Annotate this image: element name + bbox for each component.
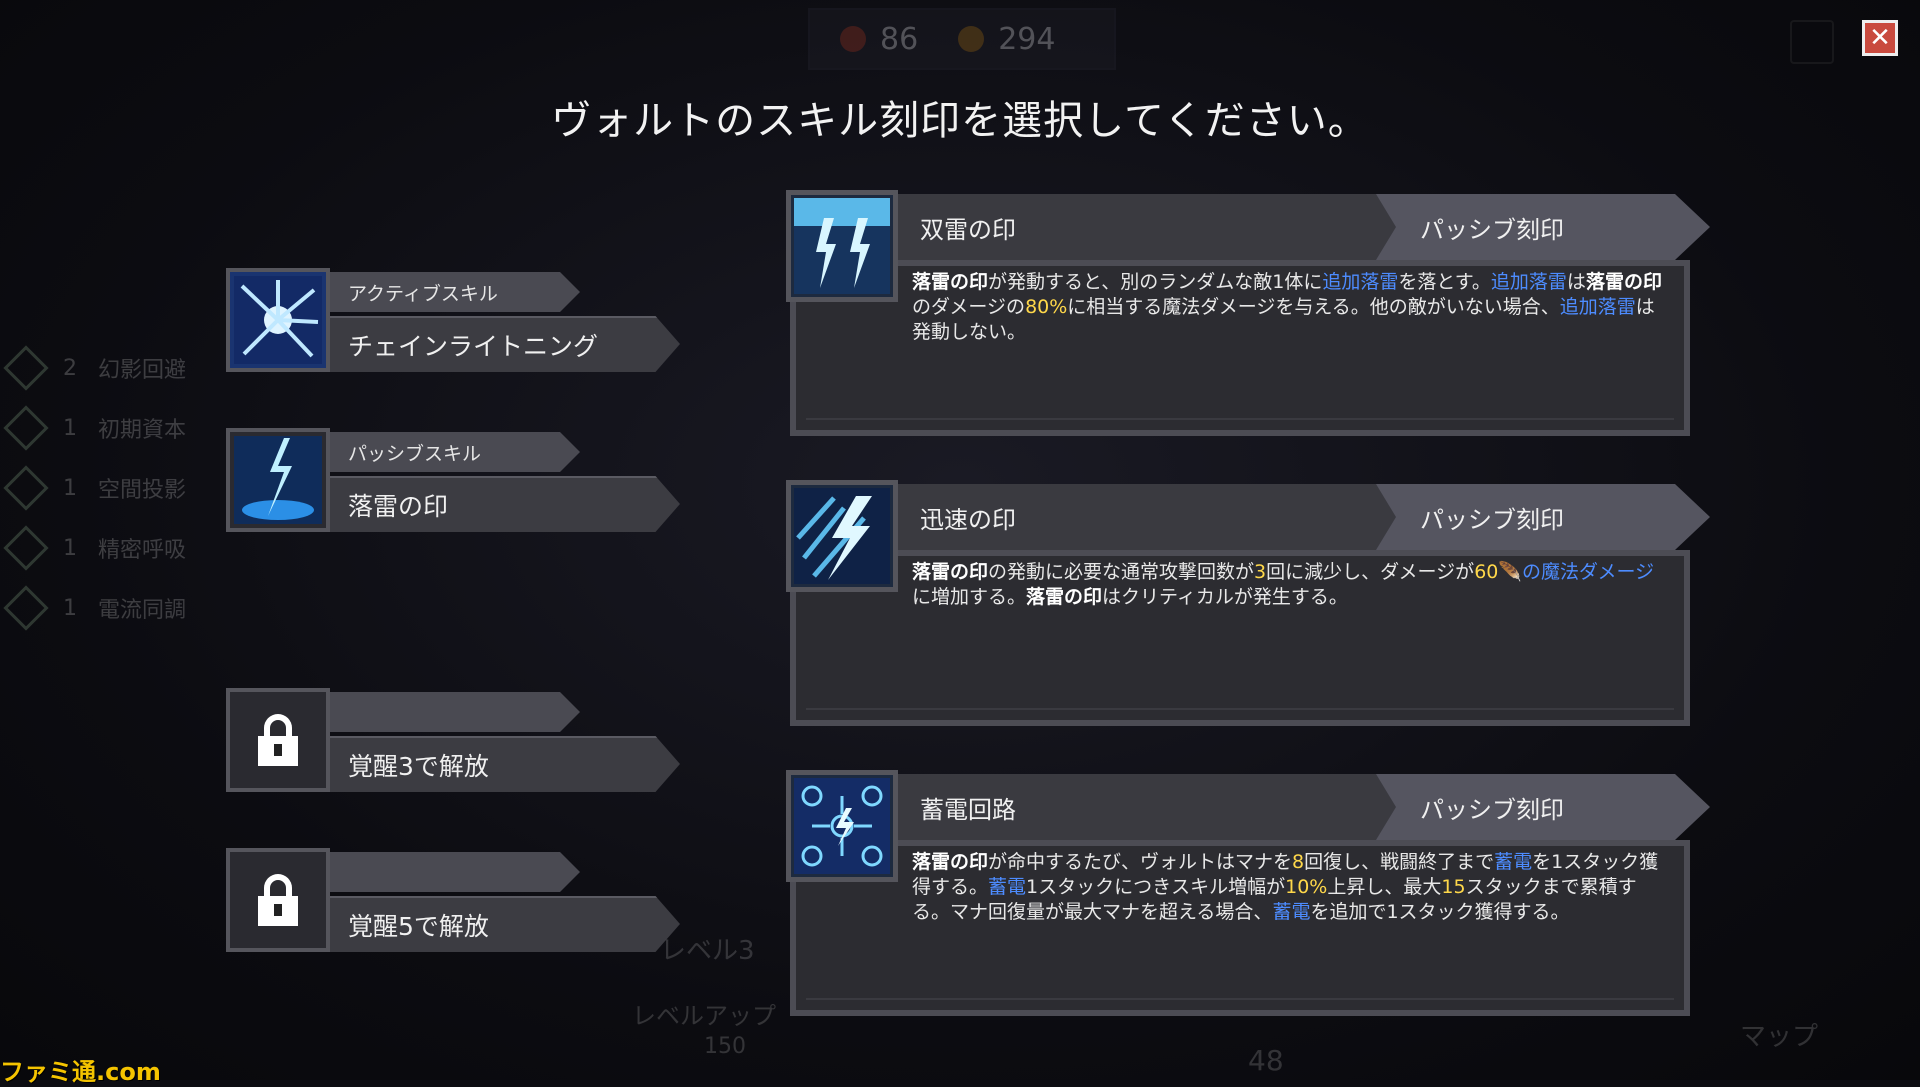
description-segment: 15	[1441, 876, 1466, 898]
diamond-icon	[3, 525, 49, 571]
lock-icon	[226, 688, 330, 792]
description-segment: を追加で1スタック獲得する。	[1310, 901, 1570, 923]
coin-count: 294	[998, 21, 1056, 57]
description-segment: 🪶	[1498, 561, 1523, 583]
description-segment: 3	[1254, 561, 1267, 583]
skill-type-tag: パッシブスキル	[330, 432, 580, 472]
map-button-label: マップ	[1740, 1022, 1819, 1052]
skill-type-tag	[330, 692, 580, 732]
description-segment: 60	[1474, 561, 1499, 583]
unlock-condition: 覚醒3で解放	[330, 736, 680, 792]
diamond-icon	[3, 345, 49, 391]
skill-name: チェインライトニング	[330, 316, 680, 372]
watermark-logo: ファミ通.com	[0, 1058, 161, 1086]
card-title: 迅速の印	[896, 484, 1396, 550]
levelup-button-label: レベルアップ	[632, 1002, 776, 1030]
skill-slot-locked-3: 覚醒3で解放	[226, 688, 686, 798]
coin-resource: 294	[958, 22, 1055, 57]
unlock-condition: 覚醒5で解放	[330, 896, 680, 952]
diamond-icon	[3, 405, 49, 451]
description-segment: を落とす。	[1398, 271, 1491, 293]
description-segment: 落雷の印	[912, 561, 989, 583]
description-segment: 8	[1292, 851, 1305, 873]
card-title: 双雷の印	[896, 194, 1396, 260]
close-icon: ✕	[1869, 23, 1891, 53]
trait-row: 1 電流同調	[3, 578, 186, 638]
lightning-strike-icon	[226, 428, 330, 532]
skill-type-tag	[330, 852, 580, 892]
description-segment: 80%	[1025, 296, 1068, 318]
bottom-count: 48	[1248, 1044, 1284, 1077]
flame-icon	[840, 26, 866, 52]
trait-row: 2 幻影回避	[3, 338, 186, 398]
description-segment: は	[1566, 271, 1586, 293]
description-segment: 落雷の印	[912, 851, 989, 873]
trait-row: 1 空間投影	[3, 458, 186, 518]
twin-lightning-icon	[786, 190, 898, 302]
description-segment: 追加落雷	[1490, 271, 1567, 293]
card-description: 落雷の印の発動に必要な通常攻撃回数が3回に減少し、ダメージが60🪶の魔法ダメージ…	[912, 560, 1672, 610]
coin-icon	[958, 26, 985, 52]
description-segment: が発動すると、別のランダムな敵1体に	[988, 271, 1323, 293]
description-segment: の魔法ダメージ	[1522, 561, 1655, 583]
description-segment: に相当する魔法ダメージを与える。他の敵がいない場合、	[1067, 296, 1560, 318]
skill-type-tag: アクティブスキル	[330, 272, 580, 312]
description-segment: はクリティカルが発生する。	[1102, 586, 1348, 608]
description-segment: 蓄電	[988, 876, 1027, 898]
card-description: 落雷の印が命中するたび、ヴォルトはマナを8回復し、戦闘終了まで蓄電を1スタック獲…	[912, 850, 1672, 925]
card-type-label: パッシブ刻印	[1360, 484, 1710, 550]
description-segment: 蓄電	[1272, 901, 1311, 923]
engraving-card-swift[interactable]: 迅速の印 パッシブ刻印 落雷の印の発動に必要な通常攻撃回数が3回に減少し、ダメー…	[786, 480, 1710, 726]
description-segment: 1スタックにつきスキル増幅が	[1026, 876, 1286, 898]
description-segment: のダメージの	[912, 296, 1026, 318]
diamond-icon	[3, 465, 49, 511]
engraving-card-twin-lightning[interactable]: 双雷の印 パッシブ刻印 落雷の印が発動すると、別のランダムな敵1体に追加落雷を落…	[786, 190, 1710, 436]
trait-row: 1 精密呼吸	[3, 518, 186, 578]
trait-row: 1 初期資本	[3, 398, 186, 458]
diamond-icon	[3, 585, 49, 631]
card-type-label: パッシブ刻印	[1360, 194, 1710, 260]
flame-resource: 86	[840, 22, 918, 57]
page-title: ヴォルトのスキル刻印を選択してください。	[551, 98, 1369, 144]
chain-lightning-icon	[226, 268, 330, 372]
description-segment: 落雷の印	[1585, 271, 1662, 293]
description-segment: に増加する。	[912, 586, 1027, 608]
lock-icon	[226, 848, 330, 952]
close-button[interactable]: ✕	[1862, 20, 1898, 56]
description-segment: 上昇し、最大	[1327, 876, 1442, 898]
card-type-label: パッシブ刻印	[1360, 774, 1710, 840]
swift-lightning-icon	[786, 480, 898, 592]
card-title: 蓄電回路	[896, 774, 1396, 840]
description-segment: 落雷の印	[912, 271, 989, 293]
level-label: レベル3	[660, 936, 755, 966]
skill-name: 落雷の印	[330, 476, 680, 532]
description-segment: 回復し、戦闘終了まで	[1304, 851, 1495, 873]
description-segment: 落雷の印	[1026, 586, 1103, 608]
description-segment: が命中するたび、ヴォルトはマナを	[988, 851, 1293, 873]
skill-slot-locked-5: 覚醒5で解放	[226, 848, 686, 958]
description-segment: 回に減少し、ダメージが	[1266, 561, 1475, 583]
charge-circuit-icon	[786, 770, 898, 882]
skill-slot-active[interactable]: アクティブスキル チェインライトニング	[226, 268, 686, 378]
description-segment: 蓄電	[1494, 851, 1533, 873]
skill-slot-passive[interactable]: パッシブスキル 落雷の印	[226, 428, 686, 538]
description-segment: 追加落雷	[1559, 296, 1636, 318]
description-segment: の発動に必要な通常攻撃回数が	[988, 561, 1255, 583]
engraving-card-charge-circuit[interactable]: 蓄電回路 パッシブ刻印 落雷の印が命中するたび、ヴォルトはマナを8回復し、戦闘終…	[786, 770, 1710, 1016]
flame-count: 86	[880, 21, 919, 57]
description-segment: 追加落雷	[1322, 271, 1399, 293]
resource-bar: 86 294	[808, 8, 1116, 70]
levelup-cost: 150	[704, 1034, 746, 1059]
description-segment: 10%	[1285, 876, 1328, 898]
background-trait-list: 2 幻影回避 1 初期資本 1 空間投影 1 精密呼吸 1 電流同調	[3, 338, 186, 638]
settings-icon	[1790, 20, 1834, 64]
card-description: 落雷の印が発動すると、別のランダムな敵1体に追加落雷を落とす。追加落雷は落雷の印…	[912, 270, 1672, 345]
